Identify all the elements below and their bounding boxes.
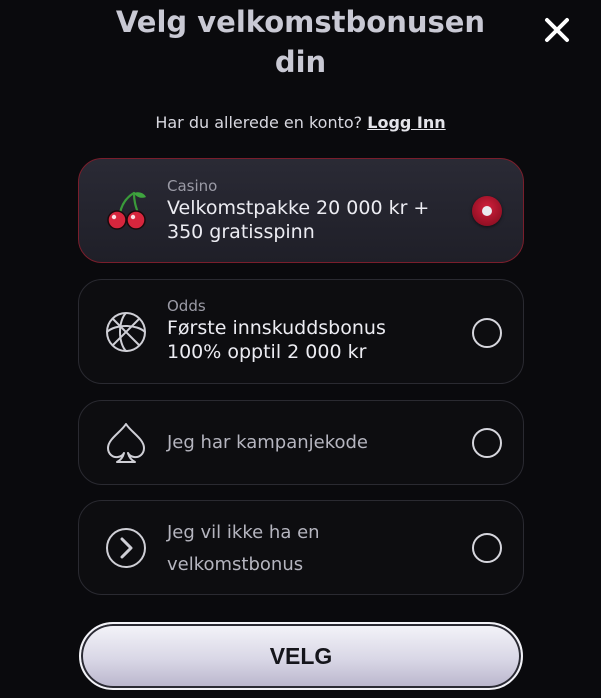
radio-no-bonus[interactable] — [472, 533, 502, 563]
option-title-line2: 100% opptil 2 000 kr — [167, 341, 367, 363]
option-title-line2: 350 gratisspinn — [167, 221, 315, 243]
login-link[interactable]: Logg Inn — [367, 113, 445, 132]
option-odds[interactable]: Odds Første innskuddsbonus 100% opptil 2… — [78, 279, 524, 384]
close-button[interactable] — [541, 14, 573, 46]
bonus-modal: Velg velkomstbonusen din Har du allerede… — [0, 0, 601, 698]
radio-casino[interactable] — [472, 196, 502, 226]
option-casino-text: Casino Velkomstpakke 20 000 kr + 350 gra… — [167, 176, 457, 244]
page-title-line2: din — [274, 45, 327, 79]
option-category: Odds — [167, 297, 206, 315]
option-odds-text: Odds Første innskuddsbonus 100% opptil 2… — [167, 296, 457, 364]
chevron-right-icon — [106, 528, 146, 568]
velg-button[interactable]: VELG — [79, 622, 523, 690]
option-promo-code[interactable]: Jeg har kampanjekode — [78, 400, 524, 485]
basketball-icon — [106, 312, 146, 352]
option-title-line1: Velkomstpakke 20 000 kr + — [167, 197, 430, 219]
login-prompt-text: Har du allerede en konto? — [155, 113, 363, 132]
option-category: Casino — [167, 177, 218, 195]
radio-promo-code[interactable] — [472, 428, 502, 458]
close-icon — [545, 18, 569, 42]
option-promo-text: Jeg har kampanjekode — [167, 427, 457, 459]
radio-odds[interactable] — [472, 318, 502, 348]
page-title-line1: Velg velkomstbonusen — [115, 5, 486, 39]
option-casino[interactable]: Casino Velkomstpakke 20 000 kr + 350 gra… — [78, 158, 524, 263]
spade-icon — [107, 423, 145, 463]
page-title: Velg velkomstbonusen din — [100, 2, 501, 82]
option-title-line2: velkomstbonus — [167, 554, 304, 575]
option-no-bonus-text: Jeg vil ikke ha en velkomstbonus — [167, 517, 457, 581]
option-no-bonus[interactable]: Jeg vil ikke ha en velkomstbonus — [78, 500, 524, 595]
cherry-icon — [107, 191, 146, 230]
login-prompt: Har du allerede en konto? Logg Inn — [0, 113, 601, 133]
option-title-line1: Jeg vil ikke ha en — [167, 522, 320, 543]
option-title-line1: Første innskuddsbonus — [167, 317, 386, 339]
option-title-line1: Jeg har kampanjekode — [167, 432, 368, 453]
